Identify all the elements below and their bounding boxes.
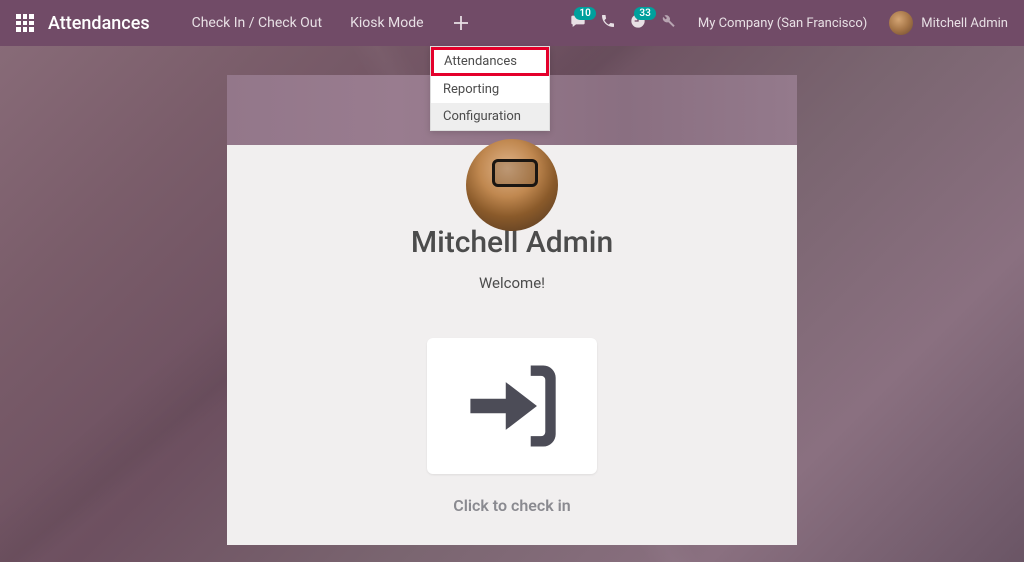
tools-button[interactable]: [660, 13, 676, 33]
messages-badge: 10: [574, 7, 595, 20]
app-title[interactable]: Attendances: [48, 13, 150, 34]
plus-dropdown: Attendances Reporting Configuration: [430, 46, 550, 131]
wrench-icon: [660, 13, 676, 29]
sign-in-icon: [460, 358, 564, 454]
phone-icon: [600, 13, 616, 29]
check-in-hint: Click to check in: [453, 496, 571, 515]
attendance-card: Mitchell Admin Welcome! Click to check i…: [227, 75, 797, 545]
plus-menu-button[interactable]: [438, 0, 484, 46]
avatar-icon: [889, 11, 913, 35]
phone-button[interactable]: [600, 13, 616, 33]
user-menu[interactable]: Mitchell Admin: [889, 11, 1008, 35]
nav-right: 10 33 My Company (San Francisco) Mitchel…: [570, 11, 1008, 35]
nav-checkin-checkout[interactable]: Check In / Check Out: [178, 0, 336, 46]
check-in-button[interactable]: [427, 338, 597, 474]
welcome-text: Welcome!: [479, 274, 545, 292]
nav-kiosk-mode[interactable]: Kiosk Mode: [336, 0, 438, 46]
apps-icon[interactable]: [16, 14, 34, 32]
company-switcher[interactable]: My Company (San Francisco): [690, 16, 875, 31]
employee-avatar: [466, 139, 558, 231]
user-name-label: Mitchell Admin: [921, 16, 1008, 31]
dropdown-item-reporting[interactable]: Reporting: [431, 76, 549, 103]
dropdown-item-attendances[interactable]: Attendances: [431, 47, 549, 76]
activities-button[interactable]: 33: [630, 13, 646, 33]
messages-button[interactable]: 10: [570, 13, 586, 33]
top-navbar: Attendances Check In / Check Out Kiosk M…: [0, 0, 1024, 46]
nav-left: Attendances Check In / Check Out Kiosk M…: [16, 0, 484, 46]
activities-badge: 33: [634, 7, 655, 20]
plus-icon: [454, 16, 468, 30]
dropdown-item-configuration[interactable]: Configuration: [431, 103, 549, 130]
